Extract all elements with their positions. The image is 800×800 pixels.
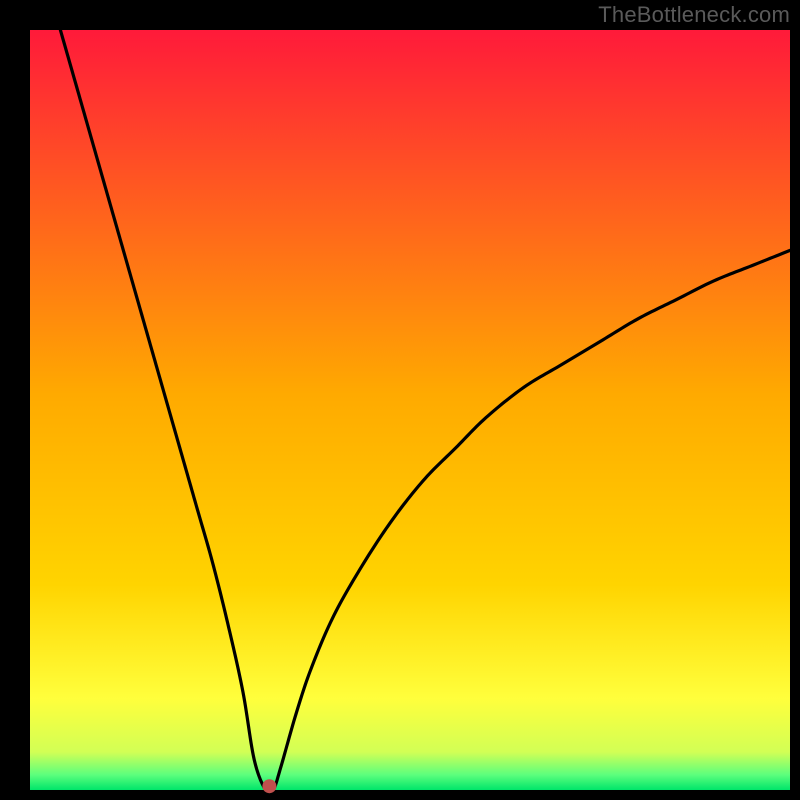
min-marker-dot	[262, 779, 276, 793]
plot-area	[30, 30, 790, 790]
chart-container: TheBottleneck.com	[0, 0, 800, 800]
bottleneck-chart	[0, 0, 800, 800]
